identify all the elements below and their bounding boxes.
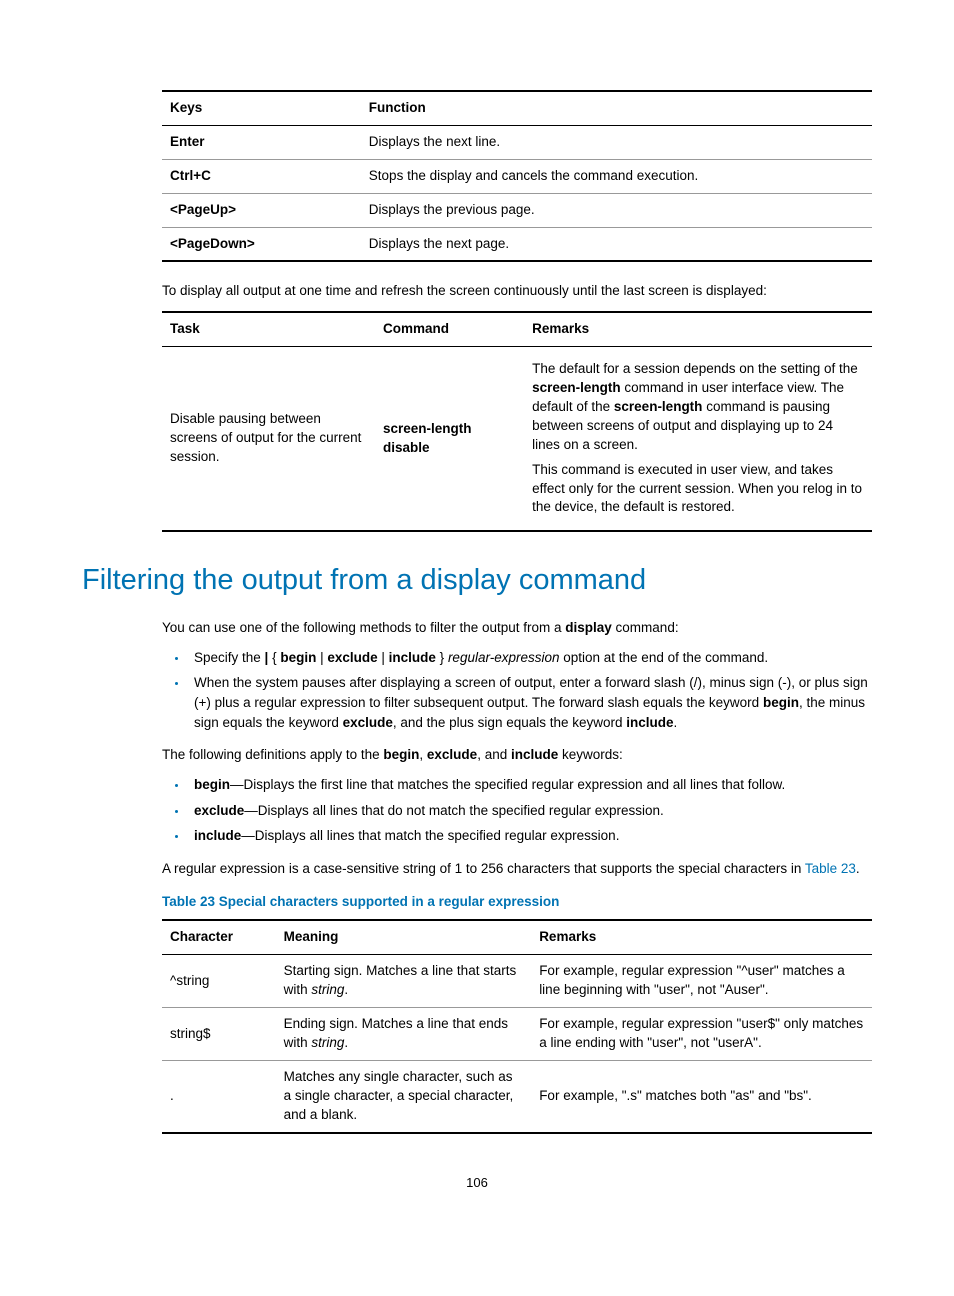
methods-list: Specify the | { begin | exclude | includ… — [162, 648, 872, 732]
para-methods: You can use one of the following methods… — [162, 619, 872, 638]
para-definitions: The following definitions apply to the b… — [162, 746, 872, 765]
table-row: Enter Displays the next line. — [162, 125, 872, 159]
keys-table: Keys Function Enter Displays the next li… — [162, 90, 872, 262]
para-regex: A regular expression is a case-sensitive… — [162, 860, 872, 879]
page-number: 106 — [82, 1174, 872, 1192]
table-row: string$ Ending sign. Matches a line that… — [162, 1008, 872, 1061]
list-item: begin—Displays the first line that match… — [188, 775, 872, 795]
th-meaning: Meaning — [276, 920, 532, 954]
th-task: Task — [162, 312, 375, 346]
th-character: Character — [162, 920, 276, 954]
section-heading: Filtering the output from a display comm… — [82, 560, 872, 601]
list-item: Specify the | { begin | exclude | includ… — [188, 648, 872, 668]
table-caption: Table 23 Special characters supported in… — [162, 893, 872, 912]
para-display-all: To display all output at one time and re… — [162, 282, 872, 301]
table-row: Disable pausing between screens of outpu… — [162, 347, 872, 532]
th-command: Command — [375, 312, 524, 346]
table-row: <PageDown> Displays the next page. — [162, 227, 872, 261]
regex-table: Character Meaning Remarks ^string Starti… — [162, 919, 872, 1133]
list-item: include—Displays all lines that match th… — [188, 826, 872, 846]
list-item: exclude—Displays all lines that do not m… — [188, 801, 872, 821]
table-row: ^string Starting sign. Matches a line th… — [162, 955, 872, 1008]
table-row: <PageUp> Displays the previous page. — [162, 193, 872, 227]
table-row: Ctrl+C Stops the display and cancels the… — [162, 159, 872, 193]
th-keys: Keys — [162, 91, 361, 125]
th-remarks: Remarks — [531, 920, 872, 954]
keywords-list: begin—Displays the first line that match… — [162, 775, 872, 846]
task-table: Task Command Remarks Disable pausing bet… — [162, 311, 872, 532]
table-ref-link[interactable]: Table 23 — [805, 861, 856, 876]
th-function: Function — [361, 91, 872, 125]
table-row: . Matches any single character, such as … — [162, 1060, 872, 1132]
th-remarks: Remarks — [524, 312, 872, 346]
list-item: When the system pauses after displaying … — [188, 673, 872, 732]
